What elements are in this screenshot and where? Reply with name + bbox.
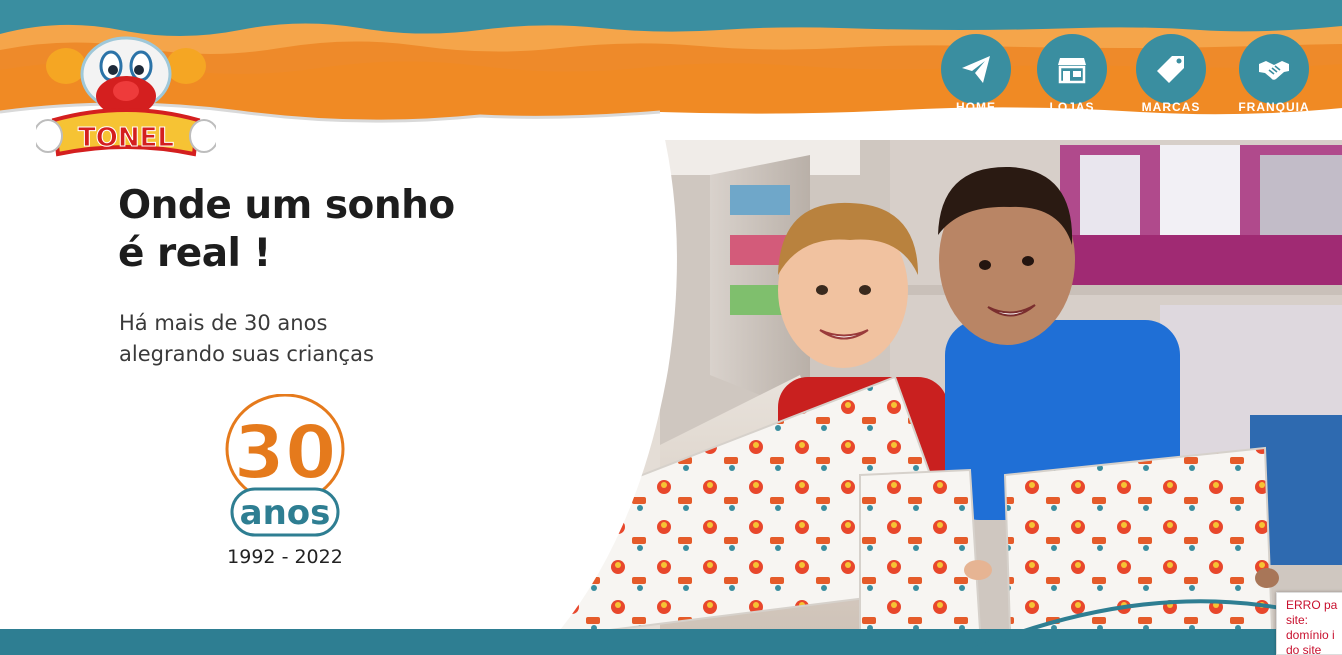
nav-franquia-circle[interactable]	[1239, 34, 1309, 104]
nav-item-home[interactable]: HOME	[930, 34, 1022, 124]
error-line-2: site:	[1286, 613, 1309, 627]
tag-icon	[1157, 56, 1184, 83]
hero-subtitle: Há mais de 30 anos alegrando suas crianç…	[119, 308, 539, 370]
anniversary-years: 1992 - 2022	[227, 546, 343, 568]
paper-plane-icon	[962, 56, 990, 83]
nav-item-franquia[interactable]: FRANQUIA	[1228, 34, 1320, 124]
anniversary-number: 30	[234, 410, 337, 496]
tonel-logo[interactable]: TONEL	[33, 36, 219, 171]
anniversary-word: anos	[240, 493, 331, 533]
nav-home-label[interactable]: HOME	[930, 100, 1022, 114]
hero-headline: Onde um sonho é real !	[118, 182, 538, 278]
photo-curve-mask	[540, 110, 677, 630]
subtitle-line-1: Há mais de 30 anos	[119, 311, 328, 335]
subtitle-line-2: alegrando suas crianças	[119, 342, 374, 366]
error-line-3: domínio i	[1286, 628, 1335, 642]
nav-item-marcas[interactable]: MARCAS	[1125, 34, 1217, 124]
nav-lojas-label[interactable]: LOJAS	[1026, 100, 1118, 114]
nav-marcas-circle[interactable]	[1136, 34, 1206, 104]
headline-line-2: é real !	[118, 231, 271, 276]
nav-lojas-circle[interactable]	[1037, 34, 1107, 104]
nav-marcas-label[interactable]: MARCAS	[1125, 100, 1217, 114]
nav-item-lojas[interactable]: LOJAS	[1026, 34, 1118, 124]
clown-mascot-icon: TONEL	[33, 36, 219, 157]
logo-wordmark: TONEL	[78, 123, 174, 153]
main-nav: HOME LOJAS MARCAS FRANQUIA	[930, 34, 1330, 124]
headline-line-1: Onde um sonho	[118, 183, 455, 228]
nav-franquia-label[interactable]: FRANQUIA	[1228, 100, 1320, 114]
storefront-icon	[1058, 58, 1086, 84]
handshake-icon	[1259, 61, 1289, 80]
error-line-1: ERRO pa	[1286, 598, 1338, 612]
bottom-wave	[579, 599, 1342, 655]
error-widget[interactable]: ERRO pa site: domínio i do site	[1276, 592, 1342, 655]
nav-home-circle[interactable]	[941, 34, 1011, 104]
error-line-4: do site	[1286, 643, 1322, 655]
anniversary-badge: 30 anos	[225, 394, 345, 537]
